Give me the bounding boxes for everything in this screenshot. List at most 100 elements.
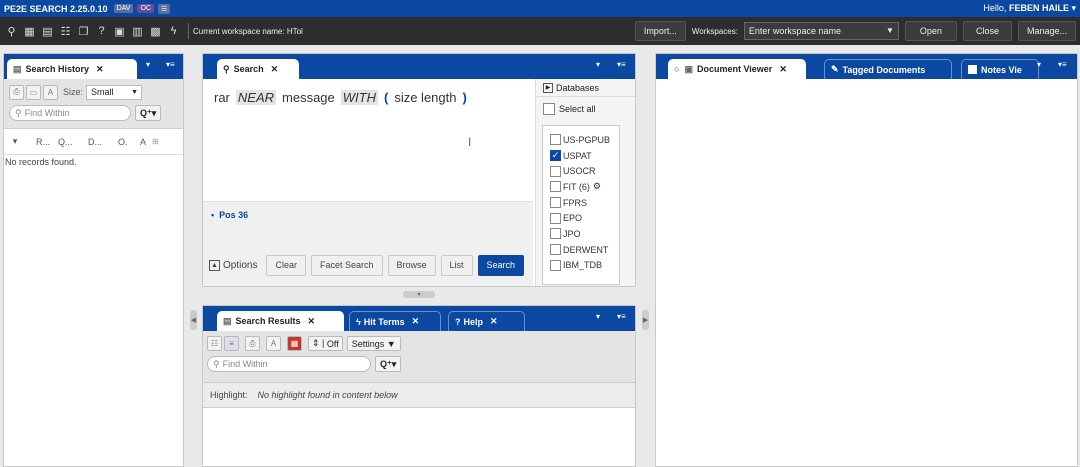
- oc-badge[interactable]: OC: [137, 4, 154, 13]
- search-icon[interactable]: ⚲: [4, 24, 19, 39]
- import-button[interactable]: Import...: [634, 21, 686, 41]
- panel-options-icon[interactable]: ▾≡: [617, 312, 626, 321]
- results-find-input[interactable]: ⚲ Find Within: [207, 356, 371, 372]
- database-checkbox[interactable]: [550, 165, 561, 177]
- panel-menu-icon[interactable]: ▾: [1037, 60, 1041, 69]
- column-header[interactable]: R...: [26, 137, 50, 147]
- database-option[interactable]: US-PGPUB: [543, 132, 619, 148]
- database-checkbox[interactable]: [550, 259, 561, 271]
- add-column-icon[interactable]: ⊞: [152, 137, 159, 146]
- manage-button[interactable]: Manage...: [1017, 21, 1076, 41]
- layout-icon[interactable]: ▥: [130, 24, 145, 39]
- left-splitter-handle[interactable]: ◀: [190, 310, 197, 330]
- close-tab-icon[interactable]: ✕: [490, 316, 498, 327]
- clear-button[interactable]: Clear: [266, 254, 306, 276]
- list-button[interactable]: List: [440, 254, 473, 276]
- settings-button[interactable]: Settings ▼: [346, 336, 401, 351]
- grid-icon[interactable]: ▩: [148, 24, 163, 39]
- grid-view-icon[interactable]: ☷: [207, 336, 222, 351]
- close-tab-icon[interactable]: ✕: [779, 64, 787, 75]
- database-option[interactable]: EPO: [543, 210, 619, 226]
- close-button[interactable]: Close: [962, 21, 1012, 41]
- database-checkbox[interactable]: [550, 181, 561, 193]
- vertical-splitter-handle[interactable]: ▾: [403, 291, 435, 298]
- database-option[interactable]: ✓ USPAT: [543, 148, 619, 164]
- menu-icon[interactable]: ☰: [157, 3, 171, 14]
- close-tab-icon[interactable]: ✕: [412, 316, 420, 327]
- database-checkbox[interactable]: [550, 197, 561, 209]
- column-header[interactable]: A: [132, 137, 152, 147]
- list-icon[interactable]: ☷: [58, 24, 73, 39]
- close-tab-icon[interactable]: ✕: [96, 64, 104, 75]
- panel-menu-icon[interactable]: ▾: [596, 60, 600, 69]
- facet-search-button[interactable]: Facet Search: [310, 254, 383, 276]
- copy-icon[interactable]: ❐: [76, 24, 91, 39]
- right-splitter-handle[interactable]: ▶: [642, 310, 649, 330]
- database-option[interactable]: JPO: [543, 226, 619, 242]
- search-actions: ▲ Options Clear Facet Search Browse List …: [203, 244, 533, 286]
- open-button[interactable]: Open: [904, 21, 957, 41]
- query-term: message: [282, 90, 335, 105]
- save-icon[interactable]: ▭: [26, 84, 41, 100]
- notes-icon[interactable]: ▣: [112, 24, 127, 39]
- font-size-icon[interactable]: A: [43, 84, 58, 100]
- history-find-input[interactable]: ⚲ Find Within: [9, 105, 131, 121]
- database-option[interactable]: DERWENT: [543, 242, 619, 258]
- close-tab-icon[interactable]: ✕: [308, 316, 316, 327]
- documents-icon[interactable]: ▤: [40, 24, 55, 39]
- query-options-button[interactable]: Q⁺▾: [375, 356, 402, 372]
- close-tab-icon[interactable]: ✕: [271, 64, 279, 75]
- databases-header[interactable]: ▶ Databases: [536, 79, 635, 97]
- size-select[interactable]: Small ▼: [86, 84, 143, 100]
- user-greeting[interactable]: Hello, FEBEN HAILE ▾: [983, 3, 1076, 14]
- dav-badge[interactable]: DAV: [113, 4, 134, 13]
- tab-search-history[interactable]: ▤ Search History ✕: [7, 59, 137, 79]
- highlight-toggle[interactable]: ⇕ | Off: [308, 336, 343, 351]
- tab-label: Notes Vie: [981, 64, 1022, 75]
- database-option[interactable]: FIT (6) ⚙: [543, 179, 619, 195]
- select-all-option[interactable]: Select all: [536, 97, 635, 121]
- tab-hit-terms[interactable]: ϟ Hit Terms ✕: [349, 311, 441, 331]
- panel-options-icon[interactable]: ▾≡: [617, 60, 626, 69]
- database-option[interactable]: FPRS: [543, 195, 619, 211]
- tab-search[interactable]: ⚲ Search ✕: [217, 59, 299, 79]
- database-checkbox[interactable]: ✓: [550, 150, 561, 162]
- workspace-select[interactable]: Enter workspace name ▼: [743, 22, 899, 40]
- query-options-button[interactable]: Q⁺▾: [135, 105, 162, 121]
- tab-search-results[interactable]: ▤ Search Results ✕: [217, 311, 344, 331]
- database-checkbox[interactable]: [550, 212, 561, 224]
- tab-help[interactable]: ? Help ✕: [448, 311, 525, 331]
- select-all-checkbox[interactable]: [543, 103, 555, 115]
- help-icon[interactable]: ?: [94, 24, 109, 39]
- column-header[interactable]: D...: [80, 137, 110, 147]
- database-checkbox[interactable]: [550, 244, 561, 256]
- options-toggle[interactable]: ▲ Options: [209, 259, 257, 271]
- pdf-icon[interactable]: ▦: [287, 336, 302, 351]
- browse-button[interactable]: Browse: [387, 254, 436, 276]
- search-header: ⚲ Search ✕ ▾ ▾≡: [203, 54, 635, 79]
- tab-notes-viewer[interactable]: Notes Vie: [961, 59, 1039, 79]
- database-checkbox[interactable]: [550, 228, 561, 240]
- panel-options-icon[interactable]: ▾≡: [1058, 60, 1067, 69]
- print-icon[interactable]: ⎙: [9, 84, 24, 100]
- query-editor[interactable]: rar NEAR message WITH (size length) I: [203, 79, 533, 201]
- list-view-icon[interactable]: ≡: [224, 336, 239, 351]
- gear-icon[interactable]: ⚙: [593, 181, 601, 192]
- database-option[interactable]: USOCR: [543, 163, 619, 179]
- lightning-icon[interactable]: ϟ: [166, 24, 181, 39]
- tab-tagged-documents[interactable]: ✎ Tagged Documents: [824, 59, 952, 79]
- column-header[interactable]: Q...: [50, 137, 80, 147]
- image-search-icon[interactable]: ▦: [22, 24, 37, 39]
- sort-icon[interactable]: ▾: [4, 136, 26, 147]
- panel-menu-icon[interactable]: ▾: [596, 312, 600, 321]
- database-option[interactable]: IBM_TDB: [543, 258, 619, 274]
- panel-menu-icon[interactable]: ▾: [146, 60, 150, 69]
- font-size-icon[interactable]: A: [266, 336, 281, 351]
- column-header[interactable]: O.: [110, 137, 132, 147]
- tab-document-viewer[interactable]: ○ ▣ Document Viewer ✕: [668, 59, 806, 79]
- print-icon[interactable]: ⎙: [245, 336, 260, 351]
- databases-label: Databases: [556, 82, 600, 93]
- search-button[interactable]: Search: [477, 254, 525, 276]
- database-checkbox[interactable]: [550, 134, 561, 146]
- panel-options-icon[interactable]: ▾≡: [166, 60, 175, 69]
